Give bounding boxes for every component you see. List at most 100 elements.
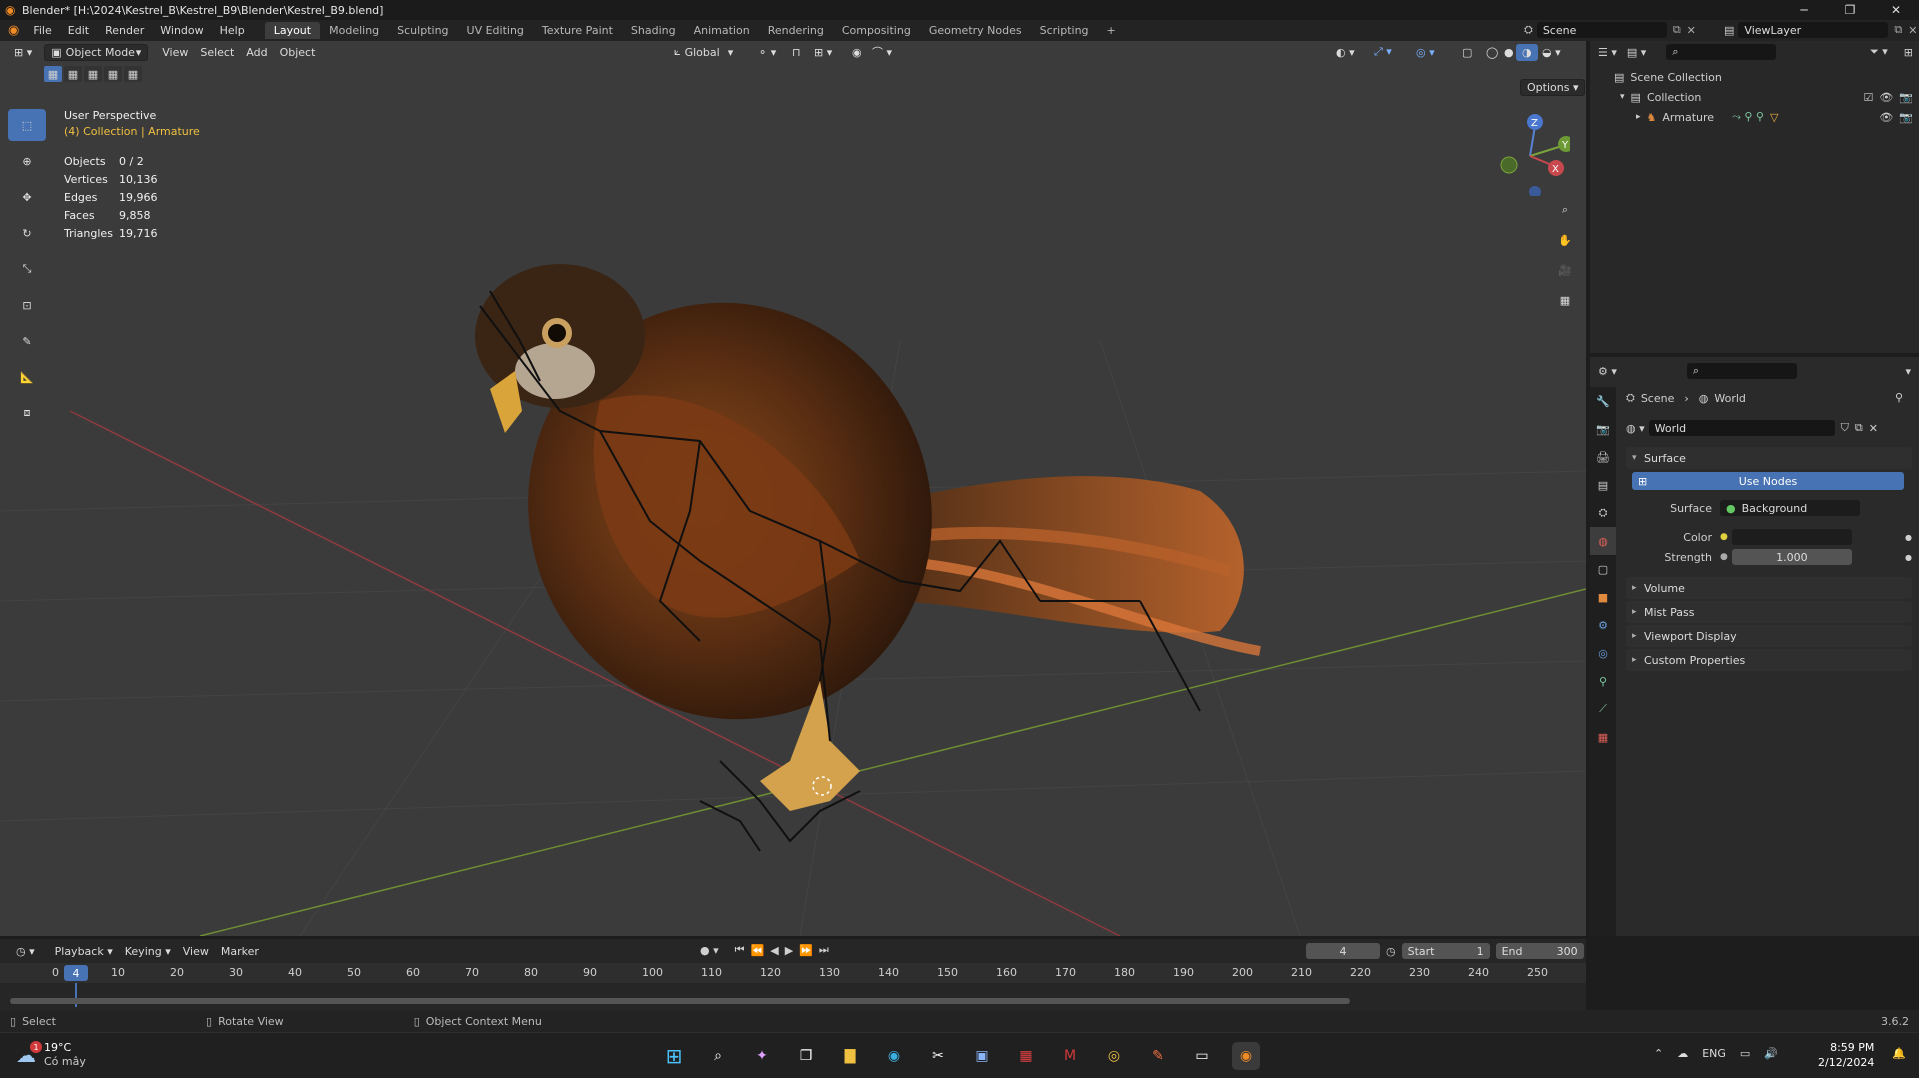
pan-hand-icon[interactable]: ✋	[1552, 227, 1578, 253]
display-mode-icon[interactable]: ▤ ▾	[1627, 46, 1646, 59]
playhead-marker[interactable]: 4	[64, 965, 88, 981]
viewport-display-panel-header[interactable]: ▸ Viewport Display	[1626, 625, 1912, 647]
collection-checkbox[interactable]: ☑	[1863, 91, 1873, 104]
minimize-button[interactable]: ─	[1781, 0, 1827, 20]
mail-app-icon[interactable]: M	[1056, 1042, 1084, 1070]
color-swatch[interactable]	[1731, 529, 1852, 545]
proportional-falloff-icon[interactable]: ⌒ ▾	[866, 44, 898, 61]
navigation-gizmo[interactable]: Z Y X	[1490, 106, 1570, 196]
play-icon[interactable]: ▶	[785, 944, 793, 957]
tab-physics-icon[interactable]: ◎	[1590, 639, 1616, 667]
tab-world-icon[interactable]: ◍	[1590, 527, 1616, 555]
keyframe-dot-icon[interactable]: ●	[1905, 553, 1912, 562]
select-subtract-icon[interactable]: ▦	[84, 66, 102, 82]
current-frame-field[interactable]: 4	[1306, 943, 1380, 959]
search-icon[interactable]: ⌕	[704, 1042, 732, 1070]
scale-tool-icon[interactable]: ⤡	[8, 253, 46, 285]
new-collection-icon[interactable]: ⊞	[1904, 46, 1913, 59]
collection-render-icon[interactable]: 📷	[1899, 91, 1913, 104]
chrome-icon[interactable]: ◎	[1100, 1042, 1128, 1070]
notification-bell-icon[interactable]: 🔔	[1892, 1047, 1906, 1060]
new-scene-icon[interactable]: ⧉	[1673, 23, 1681, 37]
transform-orientation-selector[interactable]: ⟀ Global ▾	[668, 44, 739, 61]
measure-tool-icon[interactable]: 📐	[8, 361, 46, 393]
menu-add[interactable]: Add	[240, 44, 273, 61]
move-tool-icon[interactable]: ✥	[8, 181, 46, 213]
camera-view-icon[interactable]: 🎥	[1552, 257, 1578, 283]
end-frame-field[interactable]: End 300	[1495, 943, 1584, 959]
outliner-scene-collection[interactable]: ▤ Scene Collection	[1590, 67, 1919, 87]
tab-tool-icon[interactable]: 🔧	[1590, 387, 1616, 415]
tab-bone-icon[interactable]: ⟋	[1590, 695, 1616, 723]
snap-icon[interactable]: ⊓	[786, 44, 807, 61]
menu-help[interactable]: Help	[212, 24, 253, 37]
outliner-editor-icon[interactable]: ☰ ▾	[1598, 46, 1617, 59]
select-intersect-icon[interactable]: ▦	[124, 66, 142, 82]
store-icon[interactable]: ▣	[968, 1042, 996, 1070]
overlays-toggle-icon[interactable]: ◎ ▾	[1410, 44, 1441, 61]
weather-widget[interactable]: ☁ 1 19°C Có mây	[16, 1041, 86, 1069]
snipping-tool-icon[interactable]: ✂	[924, 1042, 952, 1070]
tab-rendering[interactable]: Rendering	[759, 22, 833, 39]
timeline-editor-icon[interactable]: ◷ ▾	[10, 943, 41, 960]
strength-field[interactable]: 1.000	[1731, 549, 1852, 565]
menu-object[interactable]: Object	[274, 44, 322, 61]
chevron-down-icon[interactable]: ▾	[1905, 365, 1911, 378]
rotate-tool-icon[interactable]: ↻	[8, 217, 46, 249]
view-layer-selector[interactable]: ViewLayer	[1738, 22, 1889, 38]
volume-panel-header[interactable]: ▸ Volume	[1626, 577, 1912, 599]
armature-visibility-icon[interactable]: 👁	[1879, 111, 1893, 124]
tab-texture-paint[interactable]: Texture Paint	[533, 22, 622, 39]
file-explorer-icon[interactable]: ▇	[836, 1042, 864, 1070]
menu-window[interactable]: Window	[152, 24, 211, 37]
editor-type-icon[interactable]: ⊞ ▾	[8, 44, 38, 61]
tab-object-icon[interactable]: ■	[1590, 583, 1616, 611]
select-extend-icon[interactable]: ▦	[64, 66, 82, 82]
3d-viewport[interactable]: ⊞ ▾ ▣ Object Mode ▾ View Select Add Obje…	[0, 41, 1586, 936]
edge-browser-icon[interactable]: ◉	[880, 1042, 908, 1070]
tab-object-data-icon[interactable]: ⚲	[1590, 667, 1616, 695]
use-nodes-button[interactable]: ⊞ Use Nodes	[1632, 472, 1904, 490]
blender-menu-icon[interactable]: ◉	[8, 23, 19, 38]
surface-panel-header[interactable]: ▾ Surface	[1626, 447, 1912, 469]
scene-selector[interactable]: Scene	[1536, 22, 1667, 38]
annotate-tool-icon[interactable]: ✎	[8, 325, 46, 357]
expand-icon[interactable]: ▸	[1636, 112, 1641, 122]
transform-tool-icon[interactable]: ⊡	[8, 289, 46, 321]
menu-timeline-view[interactable]: View	[177, 943, 215, 960]
add-workspace-button[interactable]: +	[1098, 22, 1125, 39]
tab-uv-editing[interactable]: UV Editing	[458, 22, 533, 39]
play-reverse-icon[interactable]: ◀	[770, 944, 778, 957]
copilot-icon[interactable]: ✦	[748, 1042, 776, 1070]
blender-taskbar-icon[interactable]: ◉	[1232, 1042, 1260, 1070]
perspective-toggle-icon[interactable]: ▦	[1552, 287, 1578, 313]
gizmo-toggle-icon[interactable]: ⤢ ▾	[1368, 44, 1398, 61]
tab-animation[interactable]: Animation	[685, 22, 759, 39]
duplicate-icon[interactable]: ⧉	[1855, 421, 1863, 435]
tab-layout[interactable]: Layout	[264, 22, 321, 39]
pin-icon[interactable]: ⚲	[1895, 391, 1903, 404]
snap-target-icon[interactable]: ⊞ ▾	[808, 44, 838, 61]
menu-file[interactable]: File	[25, 24, 59, 37]
view-layer-icon[interactable]: ▤	[1724, 24, 1734, 37]
proportional-editing-icon[interactable]: ◉	[846, 44, 868, 61]
filter-icon[interactable]: ⏷ ▾	[1870, 45, 1888, 59]
jump-start-icon[interactable]: ⏮	[735, 943, 745, 957]
start-frame-field[interactable]: Start 1	[1401, 943, 1490, 959]
cursor-tool-icon[interactable]: ⊕	[8, 145, 46, 177]
world-name-field[interactable]: World	[1648, 420, 1835, 436]
tab-modifier-icon[interactable]: ⚙	[1590, 611, 1616, 639]
armature-render-icon[interactable]: 📷	[1899, 111, 1913, 124]
visibility-icon[interactable]: ◐ ▾	[1330, 44, 1361, 61]
menu-view[interactable]: View	[156, 44, 194, 61]
terminal-icon[interactable]: ▭	[1188, 1042, 1216, 1070]
jump-keyframe-forward-icon[interactable]: ⏩	[799, 944, 813, 957]
tab-scripting[interactable]: Scripting	[1031, 22, 1098, 39]
tab-shading[interactable]: Shading	[622, 22, 685, 39]
menu-keying[interactable]: Keying ▾	[119, 943, 177, 960]
task-view-icon[interactable]: ❐	[792, 1042, 820, 1070]
tab-texture-icon[interactable]: ▦	[1590, 723, 1616, 751]
shading-rendered-icon[interactable]: ◒ ▾	[1536, 44, 1567, 61]
close-button[interactable]: ✕	[1873, 0, 1919, 20]
add-cube-tool-icon[interactable]: ⧈	[8, 397, 46, 429]
